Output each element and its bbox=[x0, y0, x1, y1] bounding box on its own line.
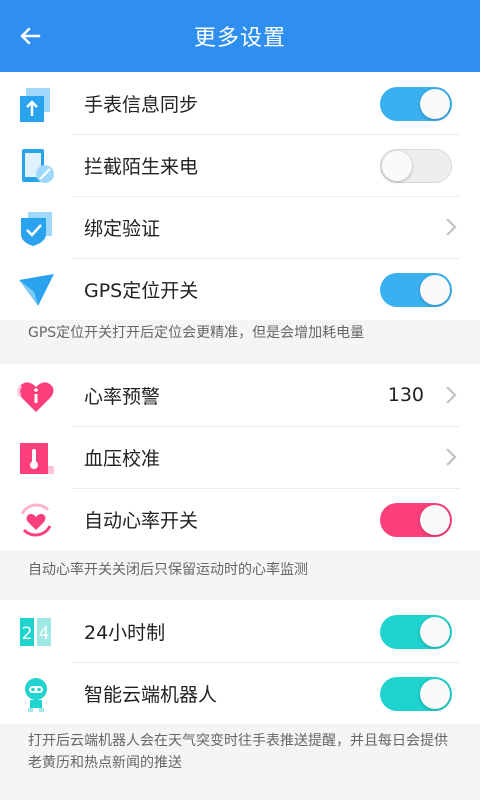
row-label: 手表信息同步 bbox=[84, 93, 199, 116]
watch-sync-toggle[interactable] bbox=[380, 87, 452, 121]
heart-rate-note: 自动心率开关关闭后只保留运动时的心率监测 bbox=[28, 562, 308, 578]
settings-group-health: 心率预警 130 血压校准 自动心率开关 bbox=[0, 364, 480, 550]
heart-rate-icon bbox=[16, 500, 56, 540]
toggle-knob bbox=[382, 151, 412, 181]
row-block-calls: 拦截陌生来电 bbox=[0, 134, 480, 196]
settings-group-misc: 2 4 24小时制 智能云端机器人 bbox=[0, 600, 480, 724]
app-header: 更多设置 bbox=[0, 0, 480, 72]
gps-toggle[interactable] bbox=[380, 273, 452, 307]
row-watch-sync: 手表信息同步 bbox=[0, 72, 480, 134]
row-label: 血压校准 bbox=[84, 447, 161, 470]
row-gps: GPS定位开关 bbox=[0, 258, 480, 320]
sync-icon bbox=[16, 84, 56, 124]
toggle-knob bbox=[420, 617, 450, 647]
robot-icon bbox=[16, 674, 56, 714]
row-bind-verify[interactable]: 绑定验证 bbox=[0, 196, 480, 258]
clock-24-icon: 2 4 bbox=[16, 612, 56, 652]
thermometer-icon bbox=[16, 438, 56, 478]
row-cloud-robot: 智能云端机器人 bbox=[0, 662, 480, 724]
toggle-knob bbox=[420, 89, 450, 119]
row-heart-alert[interactable]: 心率预警 130 bbox=[0, 364, 480, 426]
shield-check-icon bbox=[16, 208, 56, 248]
row-label: GPS定位开关 bbox=[84, 279, 199, 302]
toggle-knob bbox=[420, 275, 450, 305]
row-label: 智能云端机器人 bbox=[84, 683, 218, 706]
auto-heart-rate-toggle[interactable] bbox=[380, 503, 452, 537]
row-label: 拦截陌生来电 bbox=[84, 155, 199, 178]
toggle-knob bbox=[420, 505, 450, 535]
row-blood-pressure[interactable]: 血压校准 bbox=[0, 426, 480, 488]
heart-alert-icon bbox=[16, 376, 56, 416]
24-hour-toggle[interactable] bbox=[380, 615, 452, 649]
gps-arrow-icon bbox=[16, 270, 56, 310]
row-label: 绑定验证 bbox=[84, 217, 161, 240]
row-auto-heart-rate: 自动心率开关 bbox=[0, 488, 480, 550]
svg-text:2: 2 bbox=[22, 624, 33, 644]
back-button[interactable] bbox=[12, 18, 48, 54]
block-calls-toggle[interactable] bbox=[380, 149, 452, 183]
chevron-right-icon bbox=[446, 386, 457, 404]
cloud-robot-toggle[interactable] bbox=[380, 677, 452, 711]
svg-text:4: 4 bbox=[39, 624, 50, 644]
chevron-right-icon bbox=[446, 218, 457, 236]
row-label: 心率预警 bbox=[84, 385, 161, 408]
page-title: 更多设置 bbox=[193, 26, 286, 51]
row-24-hour: 2 4 24小时制 bbox=[0, 600, 480, 662]
robot-note: 打开后云端机器人会在天气突变时往手表推送提醒，并且每日会提供老黄历和热点新闻的推… bbox=[28, 733, 448, 771]
settings-group-sync: 手表信息同步 拦截陌生来电 绑定验证 GPS定位开关 bbox=[0, 72, 480, 320]
row-label: 自动心率开关 bbox=[84, 509, 199, 532]
heart-alert-value: 130 bbox=[387, 384, 424, 406]
back-arrow-icon bbox=[20, 27, 41, 45]
gps-note: GPS定位开关打开后定位会更精准，但是会增加耗电量 bbox=[28, 325, 365, 341]
chevron-right-icon bbox=[446, 448, 457, 466]
phone-block-icon bbox=[16, 146, 56, 186]
row-label: 24小时制 bbox=[84, 621, 166, 644]
toggle-knob bbox=[420, 679, 450, 709]
